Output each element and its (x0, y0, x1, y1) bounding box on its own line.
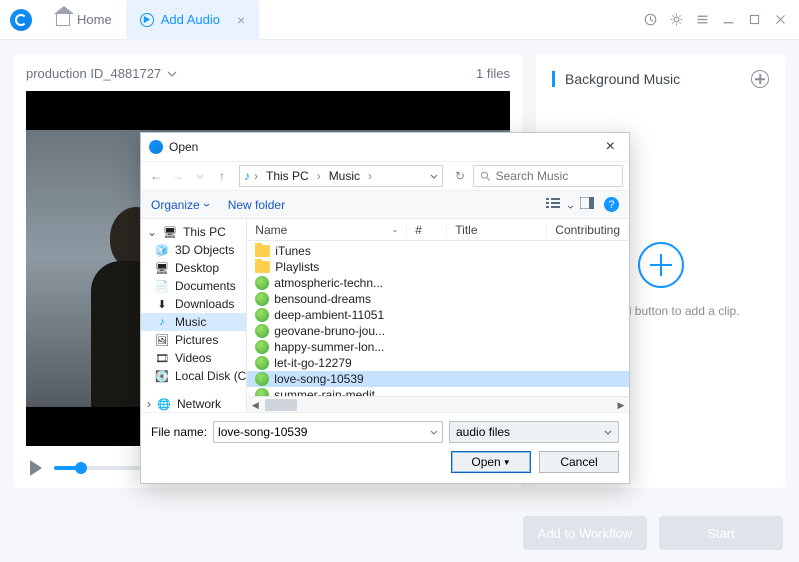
footer-actions: Add to Workflow Start (523, 516, 783, 550)
tree-network[interactable]: ›🌐Network (141, 395, 246, 412)
search-input[interactable] (496, 169, 616, 183)
project-name-label: production ID_4881727 (26, 66, 161, 81)
file-list: iTunesPlaylistsatmospheric-techn...benso… (247, 241, 629, 396)
breadcrumb[interactable]: ♪ › This PC › Music › (239, 165, 443, 187)
horizontal-scrollbar[interactable]: ◀ ▶ (247, 396, 629, 412)
col-title[interactable]: Title (447, 223, 547, 237)
tab-add-audio-label: Add Audio (161, 12, 220, 27)
file-item[interactable]: let-it-go-12279 (247, 355, 629, 371)
up-button[interactable]: ↑ (213, 167, 231, 185)
file-item[interactable]: geovane-bruno-jou... (247, 323, 629, 339)
tree-item[interactable]: 📄Documents (141, 277, 246, 295)
open-button[interactable]: Open▼ (451, 451, 531, 473)
dialog-app-icon (149, 140, 163, 154)
view-list-icon[interactable] (546, 197, 574, 212)
file-item[interactable]: happy-summer-lon... (247, 339, 629, 355)
folder-icon (255, 261, 270, 273)
play-button[interactable] (30, 460, 42, 476)
open-file-dialog: Open × ← → ↑ ♪ › This PC › Music › ↻ Org… (140, 132, 630, 484)
back-button[interactable]: ← (147, 167, 165, 185)
start-button[interactable]: Start (659, 516, 783, 550)
audio-file-icon (255, 372, 269, 386)
file-item[interactable]: summer-rain-medit... (247, 387, 629, 396)
column-headers: Name⌄ # Title Contributing (247, 219, 629, 241)
cancel-button[interactable]: Cancel (539, 451, 619, 473)
tree-item[interactable]: ⬇Downloads (141, 295, 246, 313)
dialog-titlebar: Open × (141, 133, 629, 161)
folder-item[interactable]: Playlists (247, 259, 629, 275)
audio-file-icon (255, 340, 269, 354)
tree-item[interactable]: 🖥Desktop (141, 259, 246, 277)
tree-item[interactable]: 🖼Pictures (141, 331, 246, 349)
preview-pane-icon[interactable] (580, 197, 594, 212)
forward-button[interactable]: → (169, 167, 187, 185)
dialog-close-icon[interactable]: × (600, 138, 621, 156)
organize-dropdown[interactable]: Organize (151, 198, 210, 212)
titlebar: Home Add Audio × (0, 0, 799, 40)
col-contributing[interactable]: Contributing (547, 223, 629, 237)
file-name-input[interactable] (218, 425, 430, 439)
audio-file-icon (255, 388, 269, 396)
audio-file-icon (255, 356, 269, 370)
window-controls (644, 13, 799, 26)
file-type-filter[interactable]: audio files (449, 421, 619, 443)
col-number[interactable]: # (407, 223, 447, 237)
dialog-nav-row: ← → ↑ ♪ › This PC › Music › ↻ (141, 161, 629, 191)
add-clip-button[interactable] (751, 70, 769, 88)
dialog-footer: File name: audio files Open▼ Cancel (141, 412, 629, 483)
file-item[interactable]: bensound-dreams (247, 291, 629, 307)
project-dropdown[interactable]: production ID_4881727 (26, 66, 177, 81)
add-clip-big-button[interactable] (638, 242, 684, 288)
tree-item[interactable]: 🧊3D Objects (141, 241, 246, 259)
folder-icon (255, 245, 270, 257)
music-icon: ♪ (244, 169, 250, 183)
breadcrumb-part[interactable]: This PC (262, 169, 313, 183)
tree-item[interactable]: ♪Music (141, 313, 246, 331)
search-box[interactable] (473, 165, 623, 187)
audio-file-icon (255, 292, 269, 306)
minimize-icon[interactable] (722, 13, 735, 26)
window-close-icon[interactable] (774, 13, 787, 26)
file-item[interactable]: love-song-10539 (247, 371, 629, 387)
nav-tree: ⌄🖥This PC 🧊3D Objects🖥Desktop📄Documents⬇… (141, 219, 247, 412)
tab-add-audio[interactable]: Add Audio × (126, 0, 259, 40)
audio-file-icon (255, 308, 269, 322)
breadcrumb-part[interactable]: Music (325, 169, 364, 183)
file-item[interactable]: deep-ambient-11051 (247, 307, 629, 323)
file-name-label: File name: (151, 425, 207, 439)
file-count-label: 1 files (476, 66, 510, 81)
dialog-toolbar: Organize New folder ? (141, 191, 629, 219)
tree-item[interactable]: 💽Local Disk (C:) (141, 367, 246, 385)
help-icon[interactable]: ? (604, 197, 619, 212)
panel-title: Background Music (552, 71, 680, 87)
refresh-button[interactable]: ↻ (451, 167, 469, 185)
app-logo-icon (10, 9, 32, 31)
dialog-title: Open (169, 140, 198, 154)
add-audio-icon (140, 13, 154, 27)
tab-home[interactable]: Home (42, 0, 126, 40)
tree-this-pc[interactable]: ⌄🖥This PC (141, 223, 246, 241)
history-icon[interactable] (644, 13, 657, 26)
home-icon (56, 14, 70, 26)
tab-home-label: Home (77, 12, 112, 27)
menu-icon[interactable] (696, 13, 709, 26)
recent-dropdown[interactable] (191, 167, 209, 185)
add-to-workflow-button[interactable]: Add to Workflow (523, 516, 647, 550)
project-header: production ID_4881727 1 files (26, 66, 510, 81)
gear-icon[interactable] (670, 13, 683, 26)
folder-item[interactable]: iTunes (247, 243, 629, 259)
tree-item[interactable]: 🎞Videos (141, 349, 246, 367)
search-icon (480, 170, 491, 182)
maximize-icon[interactable] (748, 13, 761, 26)
col-name[interactable]: Name⌄ (247, 223, 407, 237)
new-folder-button[interactable]: New folder (228, 198, 285, 212)
file-item[interactable]: atmospheric-techn... (247, 275, 629, 291)
audio-file-icon (255, 276, 269, 290)
close-icon[interactable]: × (237, 12, 245, 28)
file-name-combobox[interactable] (213, 421, 443, 443)
audio-file-icon (255, 324, 269, 338)
chevron-down-icon (167, 71, 177, 77)
